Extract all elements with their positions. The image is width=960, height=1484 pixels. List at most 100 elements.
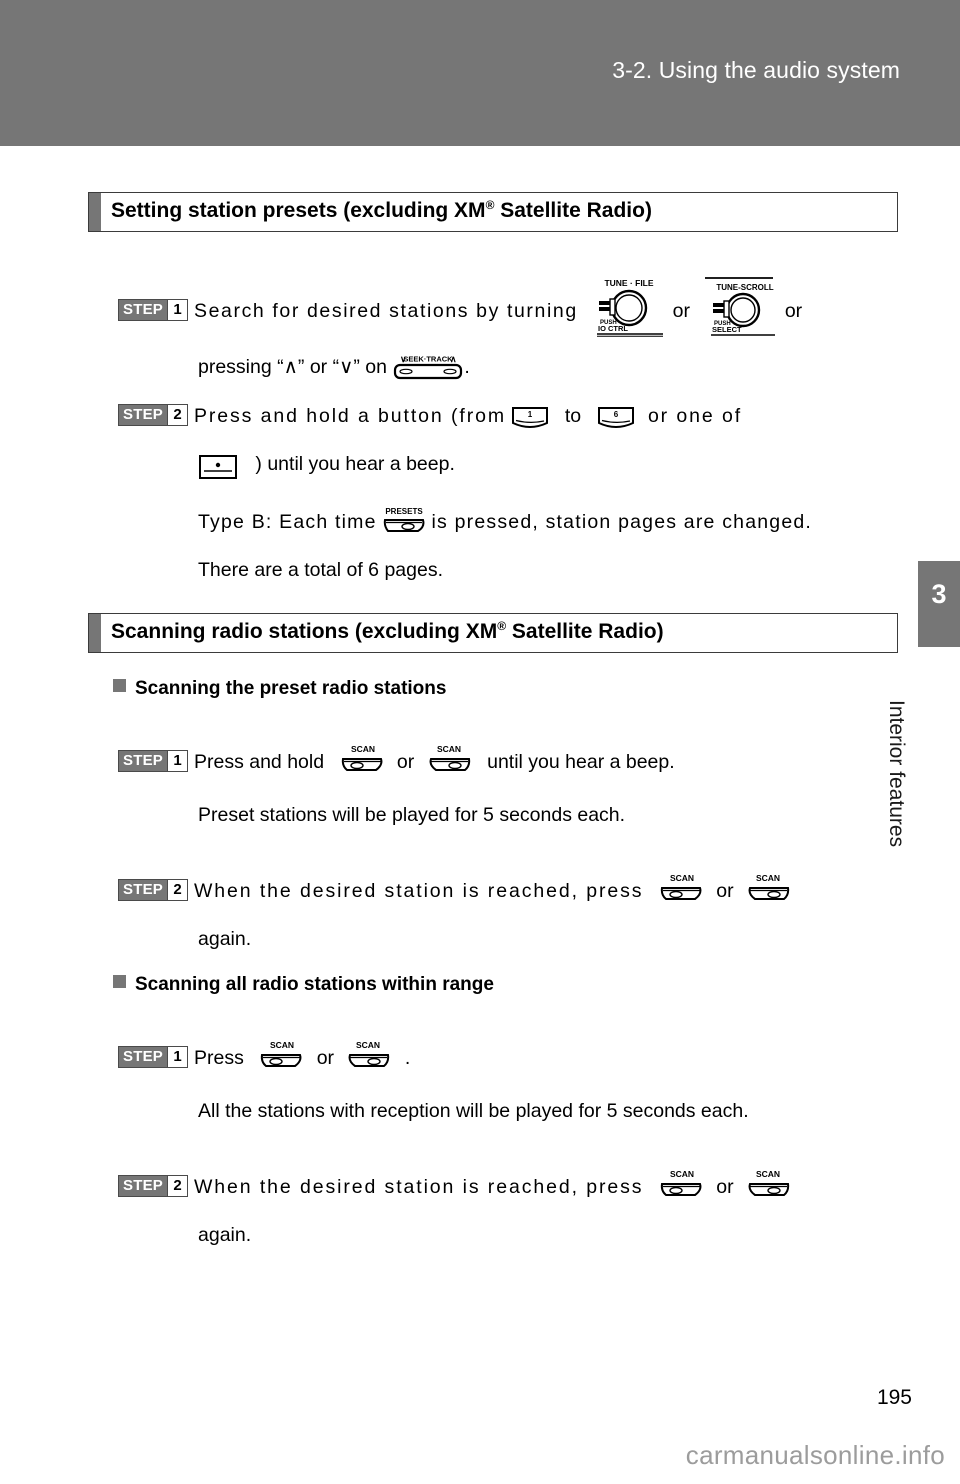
scan-preset-step2-paragraph: STEP 2 When the desired station is reached…: [118, 867, 898, 963]
subhead-scanning-all: Scanning all radio stations within range: [113, 974, 494, 996]
step-badge-2: STEP 2: [118, 1174, 188, 1197]
svg-text:TUNE-SCROLL: TUNE-SCROLL: [717, 283, 774, 292]
scan-all-step2-line1: STEP 2 When the desired station is reached…: [118, 1163, 898, 1211]
svg-text:6: 6: [613, 410, 618, 419]
scan-button-right-icon: SCAN: [345, 1039, 391, 1073]
scan-preset-note-text: Preset stations will be played for 5 sec…: [198, 804, 626, 826]
step-badge-number: 2: [166, 404, 187, 425]
svg-text:SCAN: SCAN: [437, 744, 461, 754]
scan-all-step1-text-b: .: [404, 1047, 411, 1069]
registered-mark-icon: ®: [497, 619, 507, 633]
step-badge-1: STEP 1: [118, 299, 188, 321]
step-badge-number: 1: [166, 300, 187, 320]
presets-button-icon: PRESETS: [382, 505, 426, 537]
scan-button-right-icon: SCAN: [745, 1168, 791, 1202]
scan-preset-step1-text-b: until you hear a beep.: [487, 751, 675, 773]
presets-step2-line2-text: ) until you hear a beep.: [255, 453, 455, 475]
step-badge-word: STEP: [119, 750, 167, 771]
presets-step1-line2-b: ” or “: [297, 356, 340, 378]
page-content: Setting station presets (excluding XM ® S…: [0, 0, 960, 1484]
step-badge-number: 1: [166, 750, 187, 771]
step-badge-word: STEP: [119, 300, 167, 320]
scan-button-left-icon: SCAN: [659, 1168, 705, 1202]
presets-step1-line2: pressing “∧” or “∨” on ∨ SEEK·TRACK ∧ .: [118, 343, 898, 391]
svg-text:IO CTRL: IO CTRL: [598, 324, 628, 333]
presets-step2-line1: STEP 2 Press and hold a button (from 1 to …: [118, 392, 898, 440]
page-number: 195: [876, 1386, 912, 1409]
step-badge-number: 2: [166, 879, 187, 900]
scan-button-left-icon: SCAN: [659, 872, 705, 906]
svg-text:SEEK·TRACK: SEEK·TRACK: [404, 354, 454, 363]
subhead-scanning-preset-label: Scanning the preset radio stations: [135, 678, 447, 699]
step-badge-word: STEP: [119, 404, 167, 425]
section-header-tab: [89, 193, 101, 231]
svg-text:SCAN: SCAN: [670, 1169, 694, 1179]
section-header-text: Scanning radio stations (excluding XM® S…: [111, 619, 664, 644]
preset-button-6-icon: 6: [597, 402, 635, 428]
scan-button-right-icon: SCAN: [745, 872, 791, 906]
svg-text:SCAN: SCAN: [670, 873, 694, 883]
step-badge-word: STEP: [119, 879, 167, 900]
scan-preset-step2-text: When the desired station is reached, pre…: [193, 880, 644, 902]
svg-text:PRESETS: PRESETS: [385, 507, 423, 516]
scan-preset-step2-or: or: [716, 880, 734, 902]
presets-step1-line2-a: pressing “: [198, 356, 284, 378]
scan-preset-step2-line1: STEP 2 When the desired station is reached…: [118, 867, 898, 915]
section-title-tail: Satellite Radio): [506, 620, 664, 643]
preset-button-blank-icon: [198, 450, 238, 479]
scan-preset-step1-or: or: [396, 751, 415, 773]
svg-text:SCAN: SCAN: [350, 744, 374, 754]
seek-up-glyph: ∧: [283, 356, 298, 378]
scan-all-step1-paragraph: STEP 1 Press SCAN or SCAN .: [118, 1034, 898, 1082]
dial-tune-scroll-icon: TUNE-SCROLL PUSH SELECT: [695, 275, 779, 337]
step-badge-word: STEP: [119, 1175, 167, 1196]
seek-down-glyph: ∨: [339, 356, 354, 378]
svg-text:SCAN: SCAN: [756, 1169, 780, 1179]
presets-step1-paragraph: STEP 1 Search for desired stations by turn…: [118, 277, 898, 391]
section-title-main: Scanning radio stations (excluding XM: [111, 620, 498, 643]
dial-tune-file-icon: TUNE · FILE PUSH IO CTRL: [583, 275, 667, 337]
subhead-scanning-preset: Scanning the preset radio stations: [113, 678, 446, 700]
svg-text:TUNE · FILE: TUNE · FILE: [605, 278, 654, 288]
section-header-tab: [89, 614, 101, 652]
scan-all-step2-text: When the desired station is reached, pre…: [193, 1176, 644, 1198]
svg-text:SCAN: SCAN: [756, 873, 780, 883]
presets-step1-line2-c: ” on: [353, 356, 387, 378]
presets-step2-text-b: or one of: [647, 405, 743, 427]
presets-typeb-line2: There are a total of 6 pages.: [198, 559, 443, 581]
preset-button-1-icon: 1: [511, 402, 549, 428]
svg-text:1: 1: [528, 410, 533, 419]
svg-text:SCAN: SCAN: [356, 1040, 380, 1050]
presets-step1-or-2: or: [784, 300, 803, 323]
scan-all-step2-paragraph: STEP 2 When the desired station is reached…: [118, 1163, 898, 1259]
presets-step1-line2-d: .: [464, 356, 470, 378]
presets-typeb-line1: Type B: Each time PRESETS is pressed, st…: [198, 498, 898, 546]
scan-all-step2-line2: again.: [198, 1224, 252, 1246]
scan-preset-step1-paragraph: STEP 1 Press and hold SCAN or SCAN until…: [118, 738, 908, 786]
step-badge-number: 1: [166, 1046, 187, 1067]
step-badge-2: STEP 2: [118, 878, 188, 901]
scan-all-step1-or: or: [316, 1047, 335, 1069]
step-badge-number: 2: [166, 1175, 187, 1196]
presets-step1-text: Search for desired stations by turning: [193, 300, 578, 323]
svg-text:∧: ∧: [450, 354, 457, 364]
scan-button-left-icon: SCAN: [259, 1039, 305, 1073]
presets-step1-or-1: or: [672, 300, 690, 323]
subhead-scanning-all-label: Scanning all radio stations within range: [135, 974, 494, 995]
step-badge-1: STEP 1: [118, 1045, 188, 1068]
presets-typeb-note: Type B: Each time PRESETS is pressed, st…: [198, 498, 898, 594]
scan-all-step1-line1: STEP 1 Press SCAN or SCAN .: [118, 1034, 898, 1082]
step-badge-word: STEP: [119, 1046, 167, 1067]
scan-all-note-text: All the stations with reception will be …: [198, 1100, 749, 1122]
presets-step1-line1: STEP 1 Search for desired stations by turn…: [118, 277, 898, 343]
scan-preset-step1-line1: STEP 1 Press and hold SCAN or SCAN until…: [118, 738, 908, 786]
presets-step2-paragraph: STEP 2 Press and hold a button (from 1 to …: [118, 392, 898, 488]
square-bullet-icon: [113, 679, 126, 692]
seek-track-button-icon: ∨ SEEK·TRACK ∧: [392, 352, 464, 382]
scan-all-note: All the stations with reception will be …: [198, 1096, 898, 1126]
presets-typeb-text-b: is pressed, station pages are changed.: [431, 511, 813, 533]
svg-text:SELECT: SELECT: [712, 325, 742, 334]
site-watermark: carmanualsonline.info: [685, 1440, 945, 1470]
svg-text:SCAN: SCAN: [270, 1040, 294, 1050]
scan-all-step1-text-a: Press: [193, 1047, 244, 1069]
